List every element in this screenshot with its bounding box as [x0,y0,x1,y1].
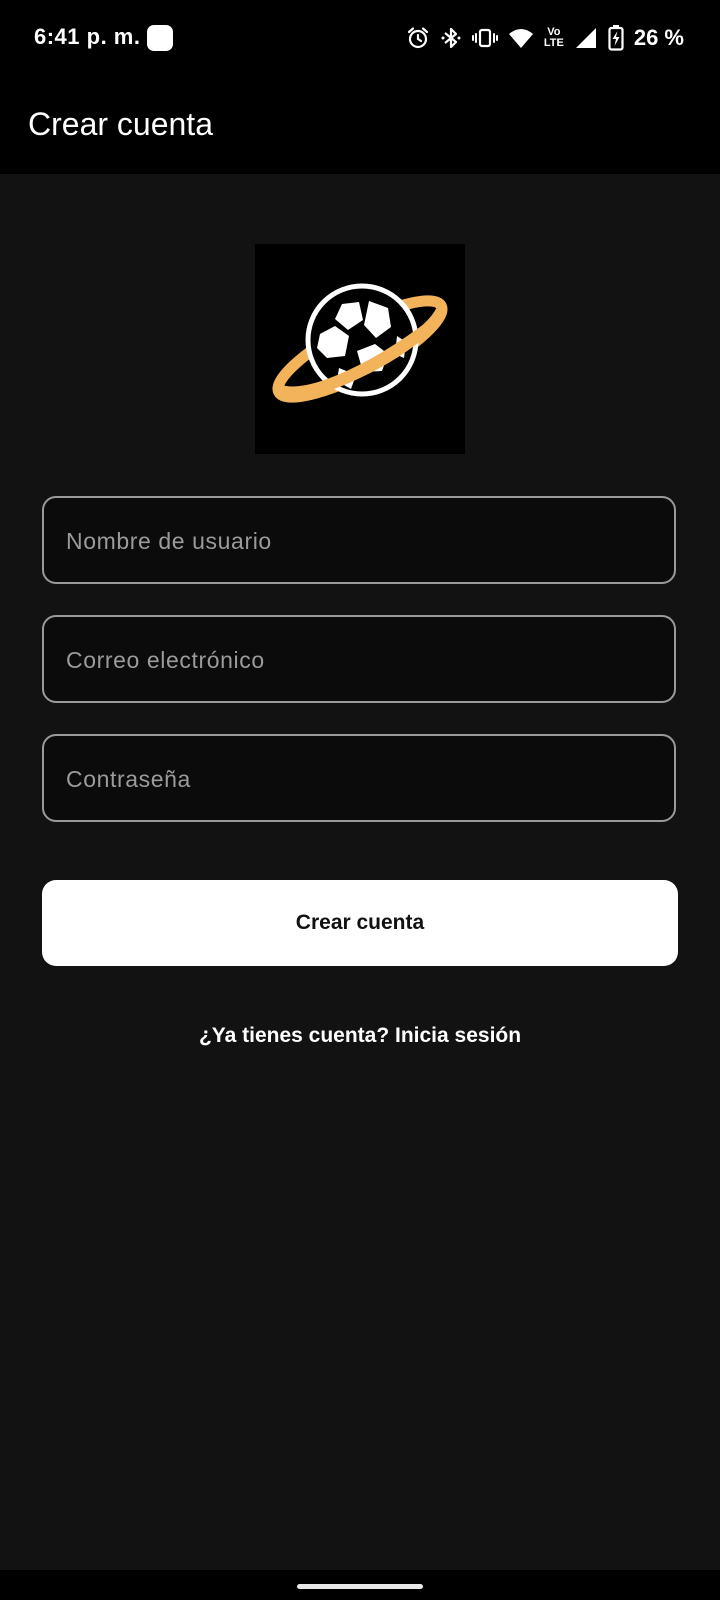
battery-charging-icon [608,25,624,51]
screen: 6:41 p. m. Vo LTE 26 % Crear cuenta Nomb… [0,0,720,1600]
password-field[interactable] [42,734,676,822]
vibrate-icon [471,26,498,50]
alarm-icon [406,26,430,50]
signal-icon [574,27,598,49]
battery-percentage: 26 % [633,25,684,50]
app-logo [255,244,465,454]
password-input[interactable] [64,736,658,822]
create-account-button[interactable]: Crear cuenta [42,880,678,966]
page-title: Crear cuenta [28,106,213,142]
volte-icon: Vo LTE [544,27,564,49]
bluetooth-icon [440,26,462,50]
login-link[interactable]: ¿Ya tienes cuenta? Inicia sesión [0,1024,720,1048]
status-time: 6:41 p. m. [34,24,141,49]
status-icons: Vo LTE 26 % [406,22,684,54]
soccer-ball-planet-icon [272,283,448,403]
username-field[interactable] [42,496,676,584]
notification-icon [147,25,173,51]
username-input[interactable] [64,498,658,584]
app-bar: Crear cuenta [0,78,720,174]
wifi-icon [508,27,534,49]
volte-bottom-label: LTE [543,37,564,49]
email-input[interactable] [64,617,658,703]
email-field[interactable] [42,615,676,703]
status-bar: 6:41 p. m. Vo LTE 26 % [0,0,720,78]
home-indicator[interactable] [297,1584,423,1589]
